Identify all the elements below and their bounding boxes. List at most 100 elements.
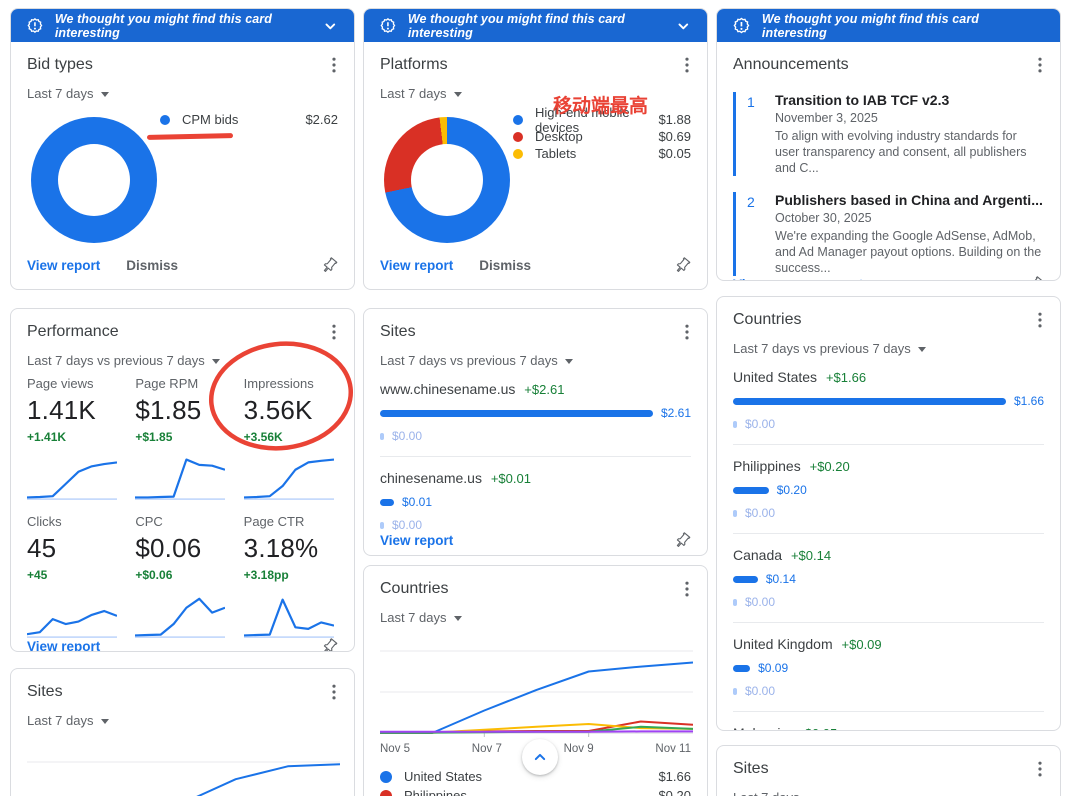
sparkline-chart xyxy=(27,592,117,638)
current-period-bar xyxy=(733,398,1006,405)
kebab-menu-icon[interactable] xyxy=(1030,309,1050,331)
legend-label: Tablets xyxy=(535,146,576,161)
country-delta: +$0.14 xyxy=(791,548,831,563)
view-report-link[interactable]: View report xyxy=(380,258,453,273)
sites-card-col3: Sites Last 7 days xyxy=(716,745,1061,796)
x-tick-label: Nov 9 xyxy=(564,743,594,755)
announcement-title: Transition to IAB TCF v2.3 xyxy=(775,92,1044,108)
pin-icon[interactable] xyxy=(321,257,338,274)
view-announcements-link[interactable]: View announcements xyxy=(733,277,871,281)
bar-value-previous: $0.00 xyxy=(745,417,775,431)
card-title: Sites xyxy=(27,683,63,701)
period-selector[interactable]: Last 7 days vs previous 7 days xyxy=(27,353,338,368)
dropdown-caret-icon xyxy=(454,92,462,97)
legend-dot-icon xyxy=(513,149,523,159)
period-selector[interactable]: Last 7 days xyxy=(27,713,338,728)
x-tick-label: Nov 5 xyxy=(380,743,410,755)
current-period-bar xyxy=(733,576,758,583)
legend-label: Philippines xyxy=(404,788,467,796)
metric-delta: +3.56K xyxy=(244,430,338,444)
collapse-fab-button[interactable] xyxy=(522,739,558,775)
pin-icon[interactable] xyxy=(321,638,338,652)
period-selector[interactable]: Last 7 days vs previous 7 days xyxy=(380,353,691,368)
chevron-down-icon[interactable] xyxy=(674,16,693,36)
legend-item: Tablets $0.05 xyxy=(513,145,691,162)
site-name: www.chinesename.us xyxy=(380,381,515,397)
announcement-body: We're expanding the Google AdSense, AdMo… xyxy=(775,228,1044,276)
period-label: Last 7 days vs previous 7 days xyxy=(380,353,558,368)
legend-value: $1.66 xyxy=(658,769,691,784)
kebab-menu-icon[interactable] xyxy=(1030,54,1050,76)
card-title: Bid types xyxy=(27,56,93,74)
country-name: United Kingdom xyxy=(733,636,833,652)
period-selector[interactable]: Last 7 days vs previous 7 days xyxy=(733,341,1044,356)
legend-dot-icon xyxy=(513,132,523,142)
card-title: Countries xyxy=(733,311,801,329)
period-selector[interactable]: Last 7 days xyxy=(733,790,1044,796)
card-title: Sites xyxy=(380,323,416,341)
metric-value: $1.85 xyxy=(135,395,229,426)
legend-label: Desktop xyxy=(535,129,583,144)
country-row: United Kingdom +$0.09 $0.09 $0.00 xyxy=(733,623,1044,712)
view-report-link[interactable]: View report xyxy=(27,258,100,273)
chevron-up-icon xyxy=(530,747,550,767)
period-selector[interactable]: Last 7 days xyxy=(380,610,691,625)
legend-dot-icon xyxy=(380,771,392,783)
pin-icon[interactable] xyxy=(1027,276,1044,281)
site-delta: +$0.01 xyxy=(491,471,531,486)
kebab-menu-icon[interactable] xyxy=(677,578,697,600)
metric-label: Page RPM xyxy=(135,376,229,391)
sparkline-chart xyxy=(244,592,334,638)
period-selector[interactable]: Last 7 days xyxy=(27,86,338,101)
country-name: Canada xyxy=(733,547,782,563)
platforms-card: We thought you might find this card inte… xyxy=(363,8,708,290)
bar-value: $0.09 xyxy=(758,661,788,675)
legend-value: $0.20 xyxy=(658,788,691,796)
card-title: Announcements xyxy=(733,56,849,74)
platforms-donut-chart xyxy=(384,117,510,243)
announcement-item[interactable]: 1 Transition to IAB TCF v2.3 November 3,… xyxy=(733,92,1044,176)
column-1: We thought you might find this card inte… xyxy=(10,8,355,796)
kebab-menu-icon[interactable] xyxy=(324,321,344,343)
x-tick-label: Nov 11 xyxy=(655,743,691,755)
legend-dot-icon xyxy=(380,790,392,796)
legend-value: $0.05 xyxy=(658,146,691,161)
announcement-item[interactable]: 2 Publishers based in China and Argenti.… xyxy=(733,192,1044,276)
country-row: Philippines +$0.20 $0.20 $0.00 xyxy=(733,445,1044,534)
suggestion-banner: We thought you might find this card inte… xyxy=(717,9,1060,42)
pin-icon[interactable] xyxy=(674,257,691,274)
chevron-down-icon[interactable] xyxy=(321,16,340,36)
period-selector[interactable]: Last 7 days xyxy=(380,86,691,101)
dropdown-caret-icon xyxy=(101,92,109,97)
metric-clicks: Clicks 45 +45 xyxy=(27,514,121,638)
kebab-menu-icon[interactable] xyxy=(324,54,344,76)
kebab-menu-icon[interactable] xyxy=(677,321,697,343)
card-title: Sites xyxy=(733,760,769,778)
pin-icon[interactable] xyxy=(674,532,691,549)
kebab-menu-icon[interactable] xyxy=(677,54,697,76)
legend-item: High-end mobile devices $1.88 xyxy=(513,111,691,128)
kebab-menu-icon[interactable] xyxy=(1030,758,1050,780)
metric-delta: +1.41K xyxy=(27,430,121,444)
period-label: Last 7 days xyxy=(380,86,447,101)
site-name: chinesename.us xyxy=(380,470,482,486)
legend-dot-icon xyxy=(513,115,523,125)
previous-period-bar xyxy=(380,433,384,440)
view-report-link[interactable]: View report xyxy=(380,533,453,548)
kebab-menu-icon[interactable] xyxy=(324,681,344,703)
dismiss-button[interactable]: Dismiss xyxy=(479,258,531,273)
metric-delta: +$1.85 xyxy=(135,430,229,444)
bar-value-previous: $0.00 xyxy=(745,506,775,520)
dismiss-button[interactable]: Dismiss xyxy=(126,258,178,273)
bar-value: $0.14 xyxy=(766,572,796,586)
announcement-number: 1 xyxy=(733,92,775,176)
metric-value: 3.56K xyxy=(244,395,338,426)
x-tick-label: Nov 7 xyxy=(472,743,502,755)
current-period-bar xyxy=(733,665,750,672)
period-label: Last 7 days vs previous 7 days xyxy=(27,353,205,368)
view-report-link[interactable]: View report xyxy=(27,639,100,652)
period-label: Last 7 days xyxy=(27,713,94,728)
country-row: Malaysia +$0.05 $0.05 $0.00 xyxy=(733,712,1044,731)
card-title: Platforms xyxy=(380,56,448,74)
country-delta: +$0.20 xyxy=(810,459,850,474)
